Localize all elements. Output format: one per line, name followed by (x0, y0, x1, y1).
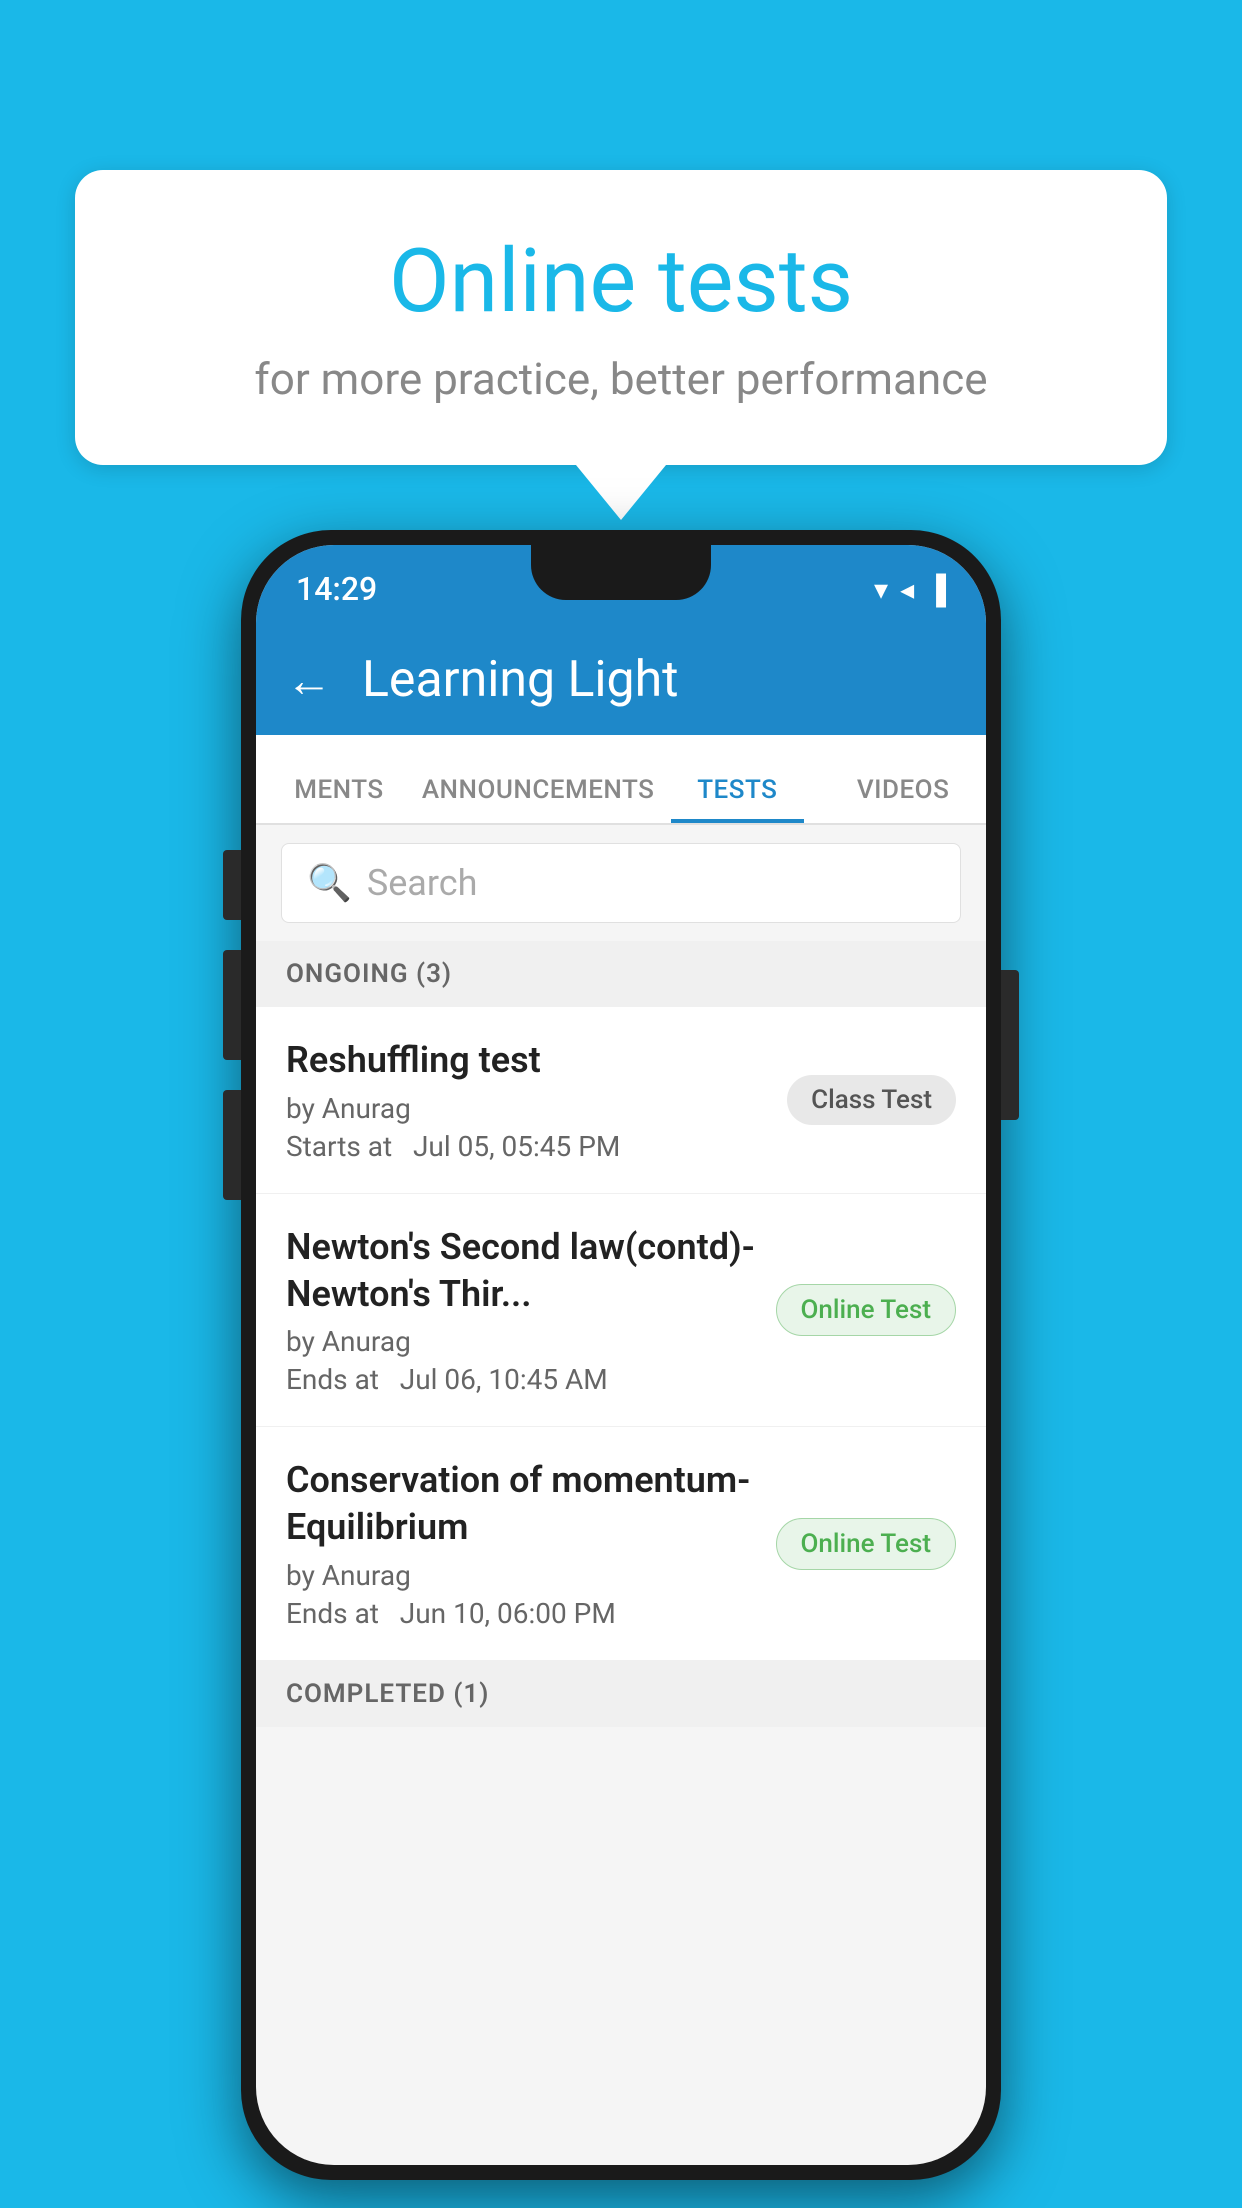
phone-notch (531, 545, 711, 600)
test-item-1[interactable]: Reshuffling test by Anurag Starts at Jul… (256, 1007, 986, 1194)
promo-section: Online tests for more practice, better p… (75, 170, 1167, 520)
speech-bubble-card: Online tests for more practice, better p… (75, 170, 1167, 465)
test-item-3[interactable]: Conservation of momentum-Equilibrium by … (256, 1427, 986, 1661)
power-button (1001, 970, 1019, 1120)
test-badge-1: Class Test (787, 1075, 956, 1125)
silent-button (223, 1090, 241, 1200)
tab-announcements-label: ANNOUNCEMENTS (422, 775, 655, 805)
search-bar[interactable]: 🔍 Search (281, 843, 961, 923)
phone-body: 14:29 ▾ ◂ ▐ ← Learning Light MENTS ANNOU… (241, 530, 1001, 2180)
phone-screen: 14:29 ▾ ◂ ▐ ← Learning Light MENTS ANNOU… (256, 545, 986, 2165)
back-button[interactable]: ← (286, 653, 332, 708)
signal-icon: ◂ (900, 573, 914, 606)
test-time-3: Ends at Jun 10, 06:00 PM (286, 1597, 756, 1630)
test-author-2: by Anurag (286, 1325, 756, 1358)
test-name-3: Conservation of momentum-Equilibrium (286, 1457, 756, 1551)
volume-up-button (223, 850, 241, 920)
test-author-1: by Anurag (286, 1092, 767, 1125)
app-title: Learning Light (362, 651, 679, 709)
tab-tests[interactable]: TESTS (654, 775, 820, 823)
test-badge-2: Online Test (776, 1284, 957, 1336)
completed-label: COMPLETED (1) (286, 1679, 489, 1709)
test-time-2: Ends at Jul 06, 10:45 AM (286, 1363, 756, 1396)
test-item-2[interactable]: Newton's Second law(contd)-Newton's Thir… (256, 1194, 986, 1428)
status-time: 14:29 (296, 570, 377, 608)
test-author-3: by Anurag (286, 1559, 756, 1592)
tab-videos-label: VIDEOS (857, 775, 949, 805)
test-badge-3: Online Test (776, 1518, 957, 1570)
phone-mockup: 14:29 ▾ ◂ ▐ ← Learning Light MENTS ANNOU… (241, 530, 1001, 2180)
tab-ments-label: MENTS (294, 775, 383, 805)
status-icons: ▾ ◂ ▐ (874, 573, 946, 606)
test-info-3: Conservation of momentum-Equilibrium by … (286, 1457, 756, 1630)
test-info-2: Newton's Second law(contd)-Newton's Thir… (286, 1224, 756, 1397)
test-time-1: Starts at Jul 05, 05:45 PM (286, 1130, 767, 1163)
test-name-1: Reshuffling test (286, 1037, 767, 1084)
search-container: 🔍 Search (256, 825, 986, 941)
battery-icon: ▐ (926, 573, 946, 606)
tab-videos[interactable]: VIDEOS (820, 775, 986, 823)
search-icon: 🔍 (307, 862, 352, 904)
test-info-1: Reshuffling test by Anurag Starts at Jul… (286, 1037, 767, 1163)
tab-ments[interactable]: MENTS (256, 775, 422, 823)
volume-down-button (223, 950, 241, 1060)
ongoing-label: ONGOING (3) (286, 959, 452, 989)
completed-section-header: COMPLETED (1) (256, 1661, 986, 1727)
app-bar: ← Learning Light (256, 625, 986, 735)
test-list: Reshuffling test by Anurag Starts at Jul… (256, 1007, 986, 1661)
promo-title: Online tests (155, 230, 1087, 333)
tab-tests-label: TESTS (697, 775, 777, 805)
test-name-2: Newton's Second law(contd)-Newton's Thir… (286, 1224, 756, 1318)
speech-bubble-arrow (576, 465, 666, 520)
wifi-icon: ▾ (874, 573, 888, 606)
tab-announcements[interactable]: ANNOUNCEMENTS (422, 775, 655, 823)
promo-subtitle: for more practice, better performance (155, 353, 1087, 405)
search-placeholder: Search (367, 862, 478, 904)
ongoing-section-header: ONGOING (3) (256, 941, 986, 1007)
tab-bar: MENTS ANNOUNCEMENTS TESTS VIDEOS (256, 735, 986, 825)
